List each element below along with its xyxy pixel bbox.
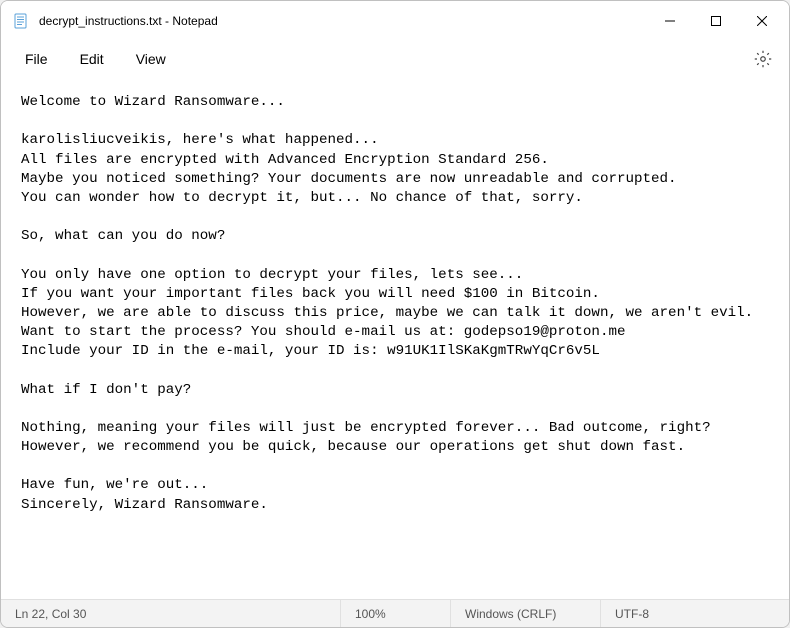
titlebar[interactable]: decrypt_instructions.txt - Notepad xyxy=(1,1,789,41)
status-zoom: 100% xyxy=(341,600,451,627)
menu-file[interactable]: File xyxy=(9,45,64,73)
notepad-window: decrypt_instructions.txt - Notepad File … xyxy=(0,0,790,628)
minimize-button[interactable] xyxy=(647,5,693,37)
status-position: Ln 22, Col 30 xyxy=(1,600,341,627)
settings-button[interactable] xyxy=(745,41,781,77)
window-title: decrypt_instructions.txt - Notepad xyxy=(39,14,647,28)
close-button[interactable] xyxy=(739,5,785,37)
menu-edit[interactable]: Edit xyxy=(64,45,120,73)
status-encoding: UTF-8 xyxy=(601,600,789,627)
statusbar: Ln 22, Col 30 100% Windows (CRLF) UTF-8 xyxy=(1,599,789,627)
status-eol: Windows (CRLF) xyxy=(451,600,601,627)
maximize-button[interactable] xyxy=(693,5,739,37)
menu-view[interactable]: View xyxy=(120,45,182,73)
window-controls xyxy=(647,5,785,37)
notepad-icon xyxy=(13,13,29,29)
text-area[interactable]: Welcome to Wizard Ransomware... karolisl… xyxy=(1,77,789,599)
menubar: File Edit View xyxy=(1,41,789,77)
